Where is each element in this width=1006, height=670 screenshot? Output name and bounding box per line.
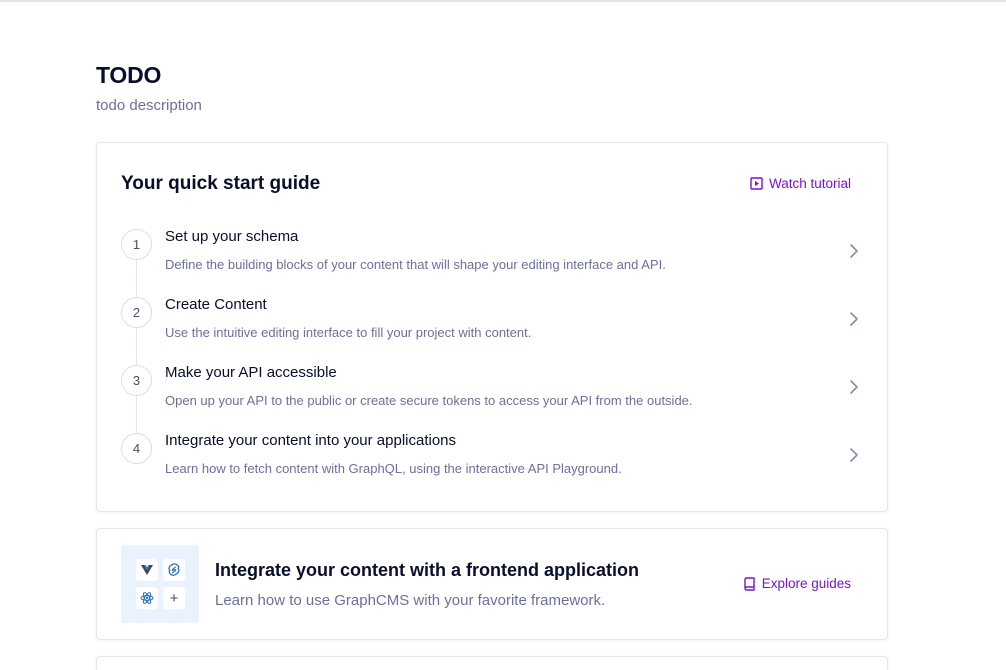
step-title: Integrate your content into your applica… [165,432,457,449]
step-description: Learn how to fetch content with GraphQL,… [165,461,622,476]
step-title: Make your API accessible [165,364,337,381]
step-set-up-schema[interactable]: 1 Set up your schema Define the building… [121,223,865,291]
step-number: 3 [121,365,152,396]
vue-icon [136,559,158,581]
svelte-icon [163,559,185,581]
step-description: Open up your API to the public or create… [165,393,693,408]
top-divider [0,0,1006,2]
react-icon [136,587,158,609]
next-card [96,656,888,670]
page-header: TODO todo description [96,62,202,114]
watch-tutorial-link[interactable]: Watch tutorial [750,176,851,191]
step-number: 4 [121,433,152,464]
explore-guides-link[interactable]: Explore guides [743,576,851,591]
step-title: Set up your schema [165,228,299,245]
plus-icon: + [163,587,185,609]
step-number: 2 [121,297,152,328]
integration-title: Integrate your content with a frontend a… [215,560,640,580]
book-icon [743,576,756,591]
step-number: 1 [121,229,152,260]
guide-steps: 1 Set up your schema Define the building… [121,223,865,495]
chevron-right-icon [849,311,859,332]
step-description: Use the intuitive editing interface to f… [165,325,532,340]
step-api-accessible[interactable]: 3 Make your API accessible Open up your … [121,359,865,427]
integration-description: Learn how to use GraphCMS with your favo… [215,592,606,609]
frameworks-tile: + [121,545,199,623]
chevron-right-icon [849,379,859,400]
explore-guides-label: Explore guides [761,576,851,591]
step-description: Define the building blocks of your conte… [165,257,666,272]
step-create-content[interactable]: 2 Create Content Use the intuitive editi… [121,291,865,359]
step-integrate-content[interactable]: 4 Integrate your content into your appli… [121,427,865,495]
chevron-right-icon [849,243,859,264]
guide-title: Your quick start guide [121,173,321,194]
page-description: todo description [96,97,202,114]
frontend-integration-card: + Integrate your content with a frontend… [96,528,888,640]
play-icon [750,177,763,190]
quick-start-guide-card: Your quick start guide Watch tutorial 1 … [96,142,888,512]
step-title: Create Content [165,296,267,313]
page-title: TODO [96,62,162,88]
chevron-right-icon [849,447,859,468]
watch-tutorial-label: Watch tutorial [768,176,851,191]
